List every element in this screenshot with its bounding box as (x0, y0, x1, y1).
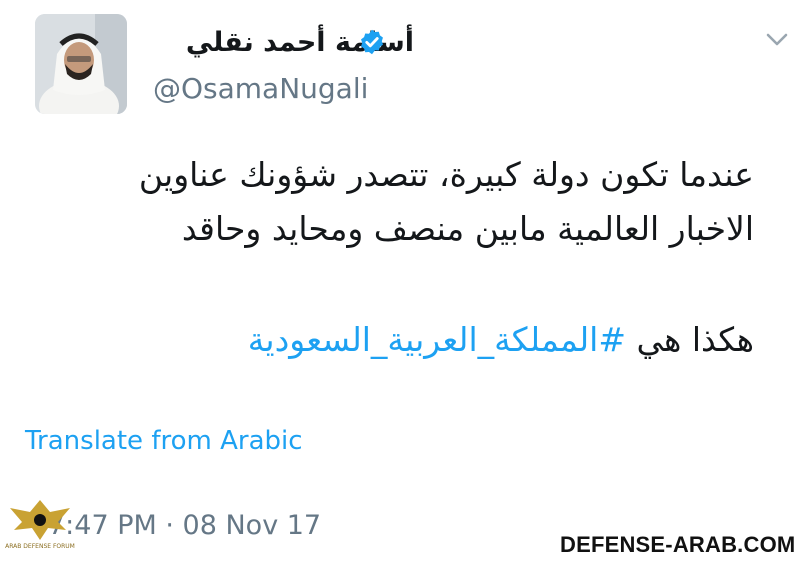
tweet-text-line: الاخبار العالمية مابين منصف ومحايد وحاقد (181, 209, 754, 248)
logo-caption: ARAB DEFENSE FORUM (5, 543, 75, 550)
user-handle[interactable]: @OsamaNugali (153, 72, 368, 106)
hashtag-link[interactable]: #المملكة_العربية_السعودية (248, 320, 626, 359)
translate-link[interactable]: Translate from Arabic (25, 424, 303, 458)
tweet-timestamp[interactable]: 7:47 PM · 08 Nov 17 (48, 509, 321, 543)
forum-logo-icon: ARAB DEFENSE FORUM (5, 500, 75, 550)
tweet-text-plain: هكذا هي (625, 320, 754, 359)
verified-badge-icon (361, 29, 383, 55)
chevron-down-icon[interactable] (764, 30, 790, 50)
profile-photo-icon (35, 14, 127, 114)
avatar[interactable] (35, 14, 127, 114)
tweet-text-line: عندما تكون دولة كبيرة، تتصدر شؤونك عناوي… (138, 155, 754, 194)
tweet-text-line: هكذا هي #المملكة_العربية_السعودية (14, 318, 754, 362)
watermark-site: DEFENSE-ARAB.COM (560, 532, 796, 557)
